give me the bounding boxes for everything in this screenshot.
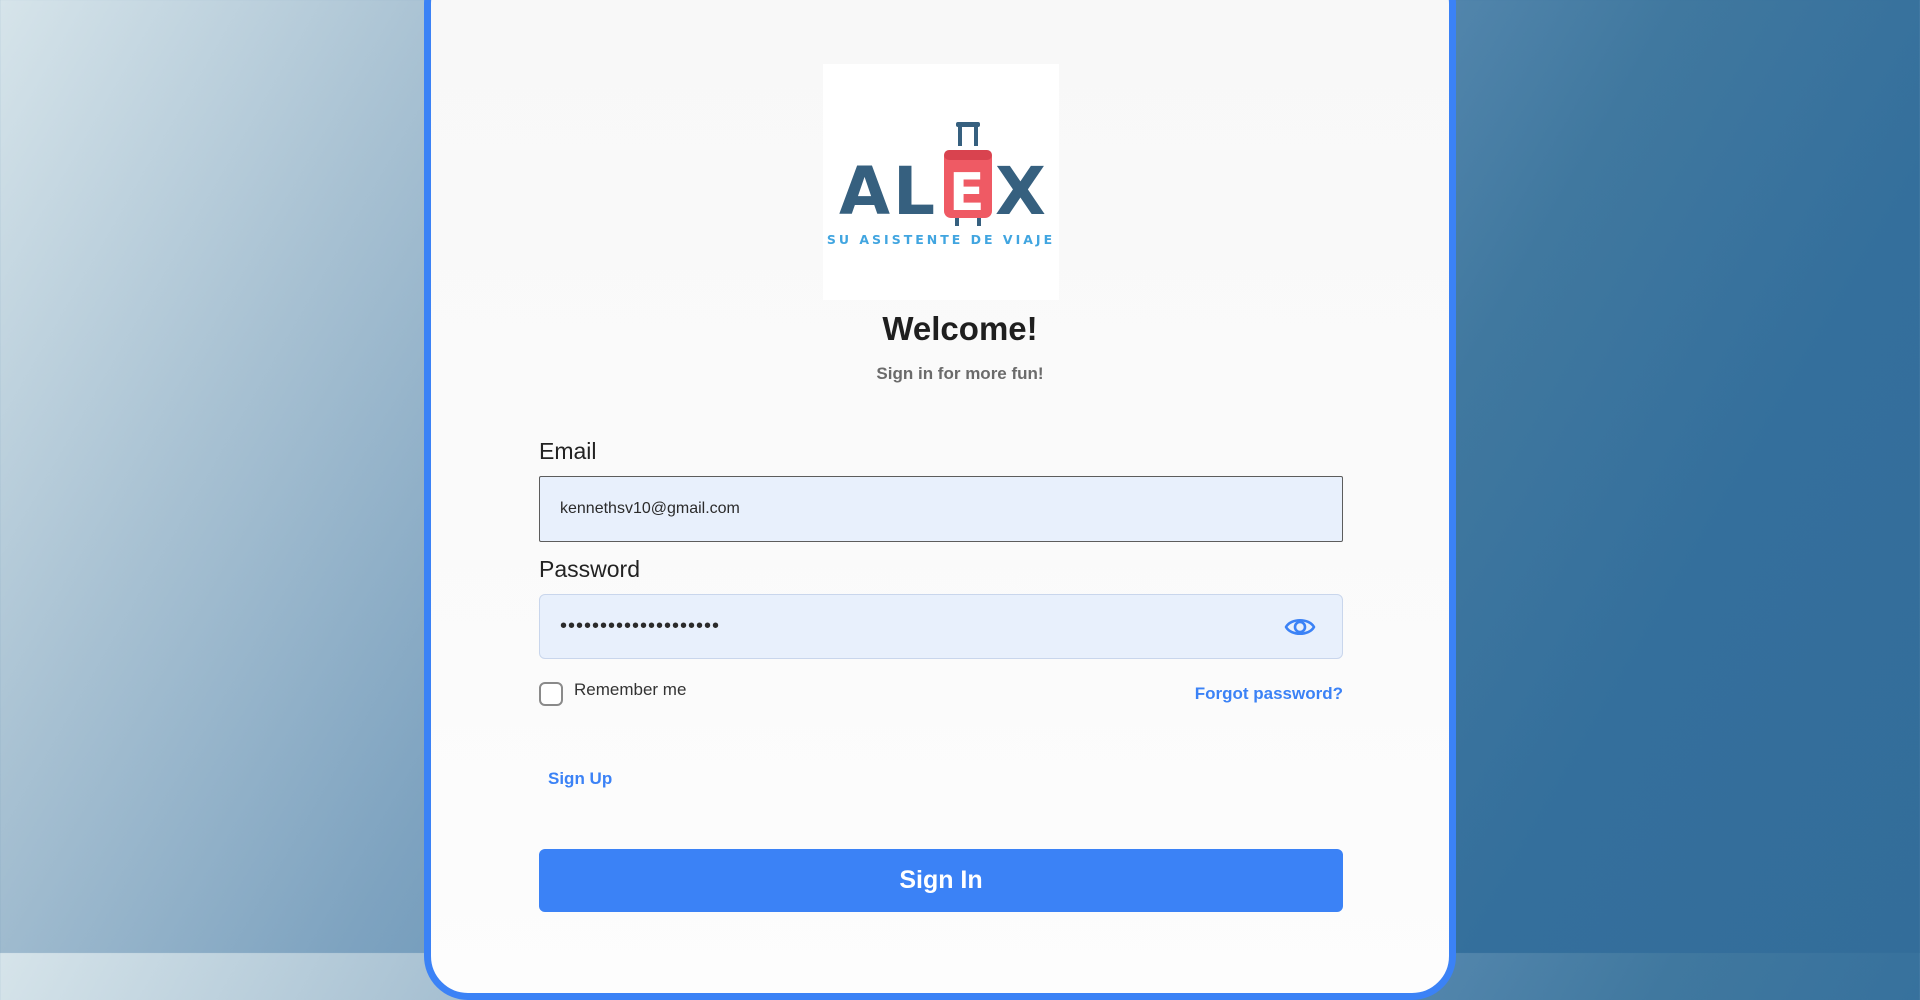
- alex-logo-graphic: A L E X SU ASISTENTE DE VIAJE: [827, 122, 1055, 247]
- page-title: Welcome!: [882, 310, 1038, 347]
- sign-up-link[interactable]: Sign Up: [548, 769, 612, 789]
- svg-text:SU ASISTENTE DE VIAJE: SU ASISTENTE DE VIAJE: [827, 232, 1055, 247]
- remember-me-label: Remember me: [574, 680, 687, 699]
- email-label: Email: [539, 438, 597, 464]
- email-field[interactable]: [539, 476, 1343, 542]
- eye-icon[interactable]: [1283, 610, 1317, 644]
- svg-text:X: X: [995, 153, 1046, 230]
- password-label: Password: [539, 556, 640, 582]
- alex-logo: A L E X SU ASISTENTE DE VIAJE: [823, 64, 1059, 300]
- svg-text:L: L: [893, 153, 935, 230]
- svg-text:A: A: [839, 153, 890, 230]
- sign-in-button[interactable]: Sign In: [539, 849, 1343, 912]
- svg-text:E: E: [949, 163, 985, 223]
- password-field[interactable]: [539, 594, 1343, 659]
- page-subtitle: Sign in for more fun!: [876, 364, 1044, 383]
- forgot-password-link[interactable]: Forgot password?: [1190, 684, 1343, 704]
- remember-me-checkbox[interactable]: [539, 682, 563, 706]
